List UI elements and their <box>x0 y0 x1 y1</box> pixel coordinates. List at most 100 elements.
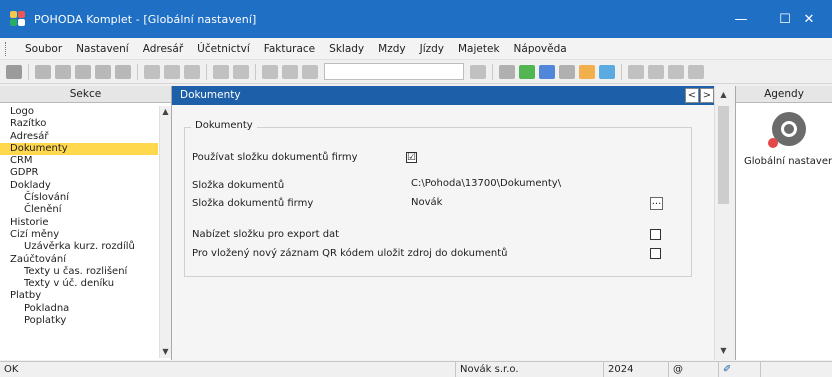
new-record-icon[interactable] <box>144 64 160 79</box>
menu-ucetnictvi[interactable]: Účetnictví <box>190 43 257 55</box>
iban-icon[interactable] <box>599 64 615 79</box>
offer-export-label: Nabízet složku pro export dat <box>192 229 340 240</box>
green-document-icon[interactable] <box>519 64 535 79</box>
sections-header: Sekce <box>0 86 171 103</box>
scroll-up-arrow-icon[interactable]: ▲ <box>715 86 732 104</box>
section-item[interactable]: Pokladna <box>0 303 158 315</box>
close-button[interactable]: ✕ <box>786 0 832 38</box>
section-item[interactable]: Zaúčtování <box>0 254 158 266</box>
status-year: 2024 <box>603 362 648 377</box>
quick-search-combo[interactable] <box>324 63 464 80</box>
use-company-folder-checkbox[interactable]: ☑ <box>406 152 417 163</box>
toolbar-separator <box>492 63 493 80</box>
menu-adresar[interactable]: Adresář <box>136 43 190 55</box>
global-settings-gear-icon[interactable] <box>768 112 806 148</box>
toolbar-separator <box>621 63 622 80</box>
help-icon[interactable] <box>688 64 704 79</box>
status-company: Novák s.r.o. <box>455 362 595 377</box>
menu-mzdy[interactable]: Mzdy <box>371 43 412 55</box>
next-button[interactable]: > <box>700 88 714 103</box>
edit-icon[interactable] <box>164 64 180 79</box>
section-item[interactable]: Doklady <box>0 180 158 192</box>
menu-napoveda[interactable]: Nápověda <box>507 43 574 55</box>
calculator-icon[interactable] <box>559 64 575 79</box>
minimize-button[interactable]: — <box>718 0 764 38</box>
section-item[interactable]: Texty v úč. deníku <box>0 278 158 290</box>
section-item-selected[interactable]: Dokumenty <box>0 142 158 156</box>
records-icon[interactable] <box>233 64 249 79</box>
documents-group: Dokumenty Používat složku dokumentů firm… <box>184 120 692 277</box>
section-item[interactable]: Razítko <box>0 118 158 130</box>
section-item[interactable]: Texty u čas. rozlišení <box>0 266 158 278</box>
agendas-panel: Agendy Globální nastavení <box>735 86 832 360</box>
section-item[interactable]: Historie <box>0 217 158 229</box>
scroll-thumb[interactable] <box>718 106 729 204</box>
sections-scrollbar[interactable]: ▲ ▼ <box>159 106 171 358</box>
section-item[interactable]: Členění <box>0 204 158 216</box>
sections-panel: Sekce Logo Razítko Adresář Dokumenty CRM… <box>0 86 172 360</box>
settings-pane: Dokumenty < > ^ Dokumenty Používat složk… <box>172 86 732 360</box>
blue-table-icon[interactable] <box>539 64 555 79</box>
settings-scrollbar[interactable]: ▲ ▼ <box>714 86 732 360</box>
section-item[interactable]: GDPR <box>0 167 158 179</box>
status-text: OK <box>4 364 19 375</box>
documents-folder-field[interactable]: C:\Pohoda\13700\Dokumenty\ <box>407 177 669 192</box>
agenda-item-label[interactable]: Globální nastavení <box>744 156 832 167</box>
pen-icon[interactable]: ✐ <box>718 362 758 377</box>
print-preview-icon[interactable] <box>55 64 71 79</box>
section-item[interactable]: Cizí měny <box>0 229 158 241</box>
scroll-up-arrow-icon[interactable]: ▲ <box>160 106 171 118</box>
menu-majetek[interactable]: Majetek <box>451 43 507 55</box>
folder-icon[interactable] <box>115 64 131 79</box>
save-icon[interactable] <box>262 64 278 79</box>
status-empty <box>760 362 832 377</box>
section-item[interactable]: CRM <box>0 155 158 167</box>
save-all-icon[interactable] <box>282 64 298 79</box>
new-window-icon[interactable] <box>6 64 22 79</box>
browse-ellipsis-button[interactable]: ... <box>650 197 663 210</box>
scroll-down-arrow-icon[interactable]: ▼ <box>715 342 732 360</box>
menu-sklady[interactable]: Sklady <box>322 43 371 55</box>
section-item[interactable]: Adresář <box>0 131 158 143</box>
calendar-icon[interactable] <box>668 64 684 79</box>
filter-icon[interactable] <box>470 64 486 79</box>
pohoda-app-icon <box>10 11 26 27</box>
task-icon[interactable] <box>499 64 515 79</box>
delete-icon[interactable] <box>184 64 200 79</box>
sections-list: Logo Razítko Adresář Dokumenty CRM GDPR … <box>0 106 158 358</box>
toolbar-separator <box>255 63 256 80</box>
window-title: POHODA Komplet - [Globální nastavení] <box>34 12 257 26</box>
gear-shape <box>781 121 797 137</box>
documents-folder-label: Složka dokumentů <box>192 180 285 191</box>
window-icon[interactable] <box>648 64 664 79</box>
toolbar-separator <box>28 63 29 80</box>
menu-nastaveni[interactable]: Nastavení <box>69 43 136 55</box>
qr-source-checkbox[interactable] <box>650 248 661 259</box>
group-title: Dokumenty <box>191 120 257 131</box>
company-folder-field[interactable]: Novák <box>407 196 649 211</box>
section-item[interactable]: Poplatky <box>0 315 158 327</box>
section-item[interactable]: Uzávěrka kurz. rozdílů <box>0 241 158 253</box>
section-item[interactable]: Platby <box>0 290 158 302</box>
copy-icon[interactable] <box>302 64 318 79</box>
qr-source-label: Pro vložený nový záznam QR kódem uložit … <box>192 248 508 259</box>
users-icon[interactable] <box>579 64 595 79</box>
section-item[interactable]: Logo <box>0 106 158 118</box>
section-item[interactable]: Číslování <box>0 192 158 204</box>
menu-soubor[interactable]: Soubor <box>18 43 69 55</box>
screen-icon[interactable] <box>628 64 644 79</box>
menu-fakturace[interactable]: Fakturace <box>257 43 322 55</box>
document-icon[interactable] <box>95 64 111 79</box>
company-folder-label: Složka dokumentů firmy <box>192 198 314 209</box>
scroll-down-arrow-icon[interactable]: ▼ <box>160 346 171 358</box>
pane-header: Dokumenty < > ^ <box>172 86 732 105</box>
menu-jizdy[interactable]: Jízdy <box>413 43 451 55</box>
menu-grip-icon[interactable] <box>5 41 8 56</box>
offer-export-checkbox[interactable] <box>650 229 661 240</box>
use-company-folder-label: Používat složku dokumentů firmy <box>192 152 358 163</box>
back-arrow-icon[interactable] <box>213 64 229 79</box>
print-icon[interactable] <box>35 64 51 79</box>
prev-button[interactable]: < <box>685 88 699 103</box>
export-icon[interactable] <box>75 64 91 79</box>
settings-content: Dokumenty Používat složku dokumentů firm… <box>172 105 714 360</box>
